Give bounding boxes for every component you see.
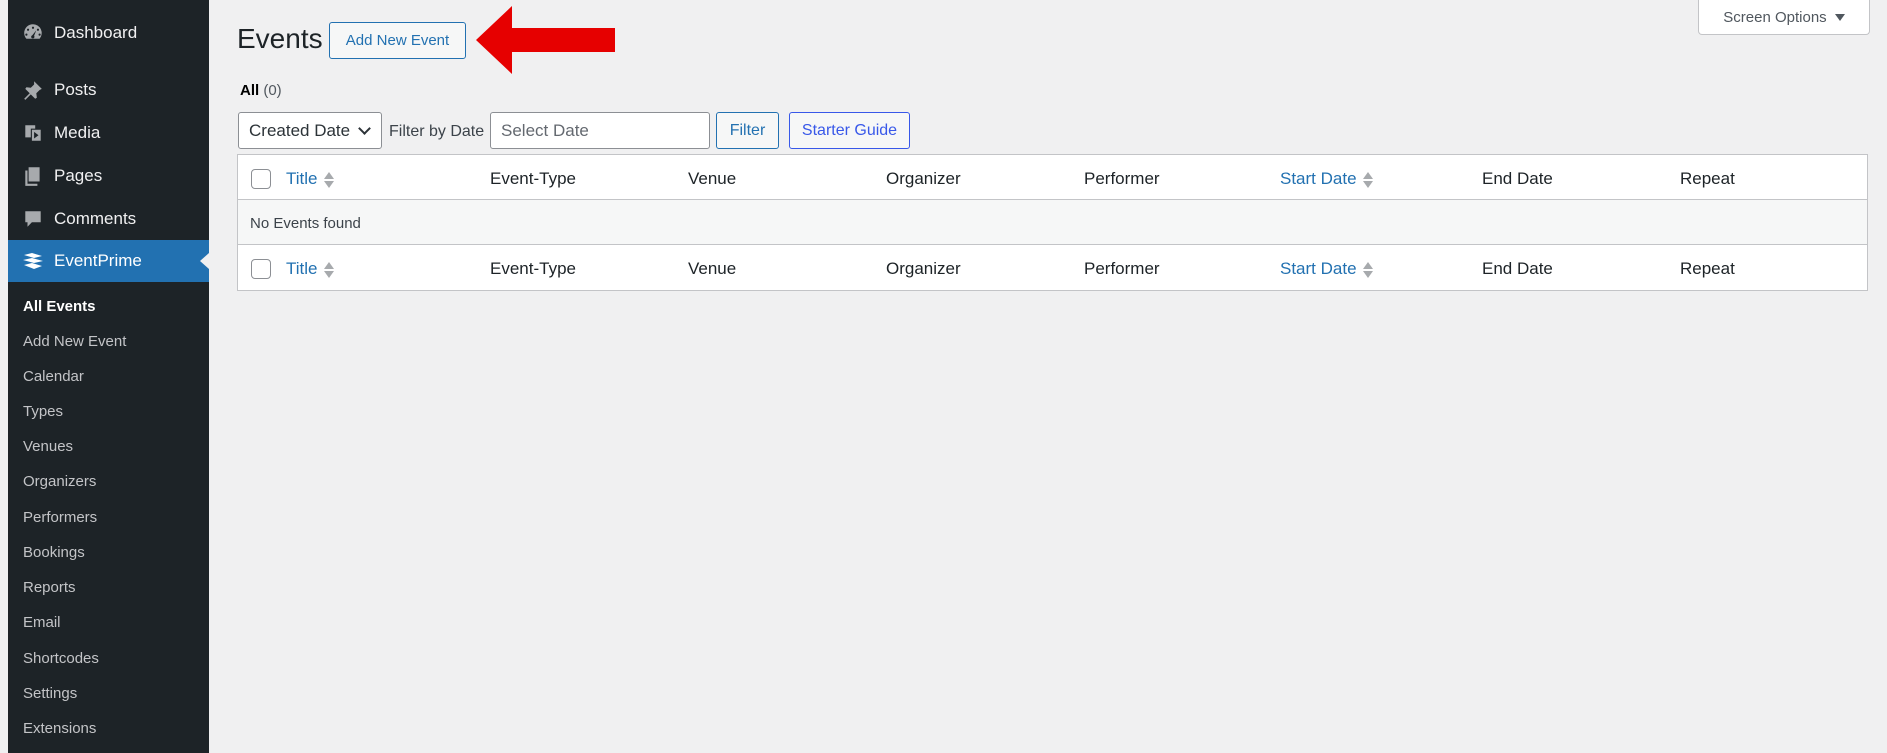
submenu-organizers[interactable]: Organizers: [23, 473, 96, 490]
pages-icon: [21, 164, 45, 188]
add-new-event-button[interactable]: Add New Event: [329, 22, 466, 59]
sidebar-item-posts[interactable]: Posts: [8, 69, 209, 111]
comment-icon: [21, 207, 45, 231]
column-organizer-header: Organizer: [886, 169, 961, 188]
column-end-date-footer: End Date: [1482, 259, 1553, 278]
starter-guide-button[interactable]: Starter Guide: [789, 112, 910, 149]
filter-by-date-label: Filter by Date: [389, 123, 485, 140]
sidebar-item-pages[interactable]: Pages: [8, 155, 209, 197]
column-end-date-header: End Date: [1482, 169, 1553, 188]
table-row: No Events found: [238, 200, 1867, 245]
screen-options-label: Screen Options: [1723, 8, 1827, 26]
select-all-checkbox[interactable]: [251, 259, 271, 279]
submenu-performers[interactable]: Performers: [23, 509, 97, 526]
sort-icon: [1362, 261, 1373, 279]
sort-icon: [323, 261, 334, 279]
select-all-checkbox[interactable]: [251, 169, 271, 189]
table-footer-row: Title Event-Type Venue Organizer Perform…: [238, 245, 1867, 290]
date-type-select[interactable]: Created Date: [238, 112, 382, 149]
column-performer-footer: Performer: [1084, 259, 1160, 278]
submenu-email[interactable]: Email: [23, 614, 61, 631]
submenu-all-events[interactable]: All Events: [23, 298, 96, 315]
sidebar-item-comments[interactable]: Comments: [8, 198, 209, 240]
sort-icon: [1362, 171, 1373, 189]
submenu-types[interactable]: Types: [23, 403, 63, 420]
page-title: Events: [237, 23, 323, 54]
table-header-row: Title Event-Type Venue Organizer Perform…: [238, 155, 1867, 200]
submenu-extensions[interactable]: Extensions: [23, 720, 96, 737]
sidebar-item-label: EventPrime: [54, 251, 142, 270]
column-event-type-footer: Event-Type: [490, 259, 576, 278]
view-all-link[interactable]: All: [240, 82, 259, 99]
chevron-down-icon: [358, 122, 371, 135]
events-table: Title Event-Type Venue Organizer Perform…: [237, 154, 1868, 291]
no-events-message: No Events found: [250, 215, 361, 232]
date-type-value: Created Date: [249, 120, 351, 140]
sort-icon: [323, 171, 334, 189]
column-repeat-footer: Repeat: [1680, 259, 1735, 278]
submenu-venues[interactable]: Venues: [23, 438, 73, 455]
caret-down-icon: [1834, 13, 1845, 21]
column-start-date-header[interactable]: Start Date: [1280, 169, 1373, 189]
column-start-date-label: Start Date: [1280, 169, 1357, 188]
sidebar-item-media[interactable]: Media: [8, 112, 209, 154]
column-venue-footer: Venue: [688, 259, 737, 278]
select-date-input[interactable]: [490, 112, 710, 149]
eventprime-icon: [21, 249, 45, 273]
column-start-date-label: Start Date: [1280, 259, 1357, 278]
filter-button[interactable]: Filter: [716, 112, 779, 149]
column-title-footer[interactable]: Title: [286, 259, 334, 279]
sidebar-item-label: Posts: [54, 80, 97, 99]
submenu-bookings[interactable]: Bookings: [23, 544, 85, 561]
annotation-arrow-icon: [476, 6, 615, 74]
sidebar-item-label: Dashboard: [54, 23, 138, 42]
sidebar-item-label: Pages: [54, 166, 103, 185]
submenu-settings[interactable]: Settings: [23, 685, 77, 702]
view-all-count: (0): [263, 82, 282, 99]
submenu-reports[interactable]: Reports: [23, 579, 76, 596]
pin-icon: [21, 78, 45, 102]
column-venue-header: Venue: [688, 169, 737, 188]
submenu-shortcodes[interactable]: Shortcodes: [23, 650, 99, 667]
column-performer-header: Performer: [1084, 169, 1160, 188]
sidebar-item-eventprime[interactable]: EventPrime: [8, 240, 209, 282]
admin-sidebar: Dashboard Posts Media Pages Comments Eve…: [8, 0, 209, 753]
status-views: All (0): [240, 82, 282, 99]
column-title-header[interactable]: Title: [286, 169, 334, 189]
sidebar-item-label: Comments: [54, 209, 137, 228]
column-title-label: Title: [286, 169, 318, 188]
media-icon: [21, 121, 45, 145]
column-event-type-header: Event-Type: [490, 169, 576, 188]
dashboard-icon: [21, 21, 45, 45]
submenu-add-new-event[interactable]: Add New Event: [23, 333, 126, 350]
sidebar-item-label: Media: [54, 123, 101, 142]
column-repeat-header: Repeat: [1680, 169, 1735, 188]
column-title-label: Title: [286, 259, 318, 278]
screen-options-button[interactable]: Screen Options: [1698, 0, 1870, 35]
column-start-date-footer[interactable]: Start Date: [1280, 259, 1373, 279]
column-organizer-footer: Organizer: [886, 259, 961, 278]
submenu-calendar[interactable]: Calendar: [23, 368, 84, 385]
sidebar-item-dashboard[interactable]: Dashboard: [8, 12, 209, 54]
